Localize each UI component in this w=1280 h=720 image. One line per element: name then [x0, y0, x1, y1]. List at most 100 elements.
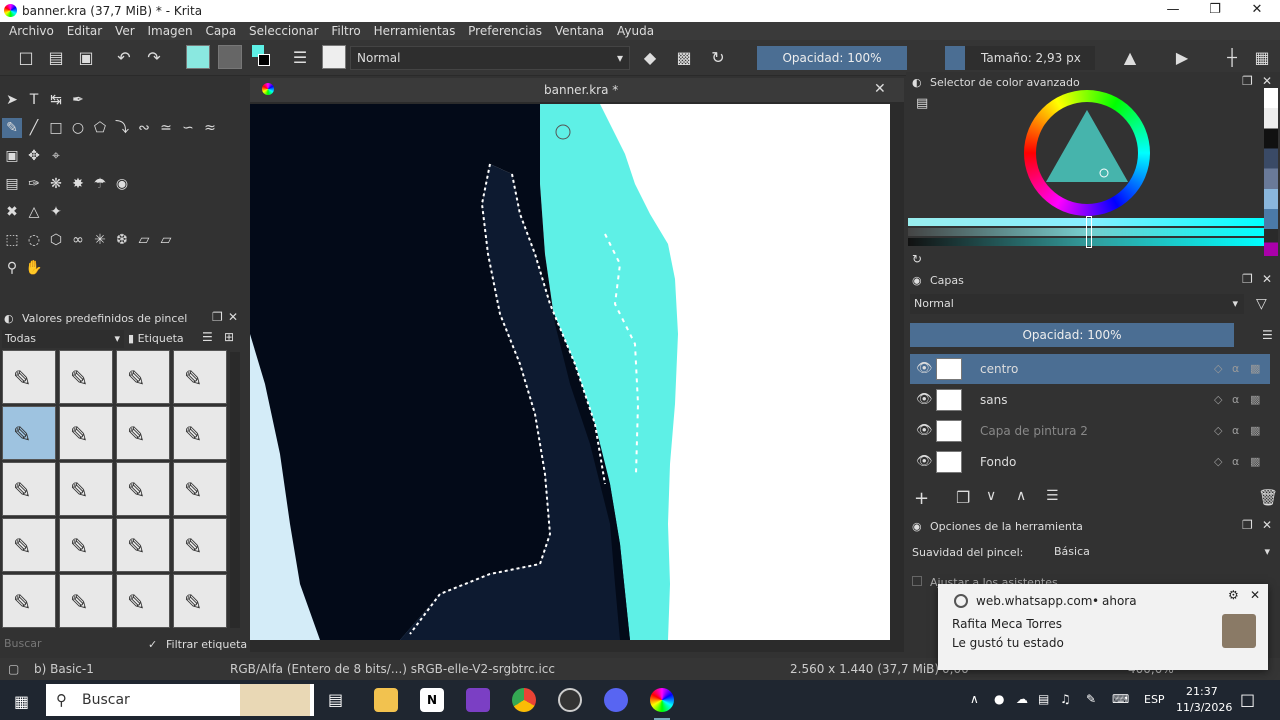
eye-icon[interactable]: 👁	[916, 361, 933, 376]
lock-icon[interactable]: ◇	[1214, 424, 1222, 437]
lock-icon[interactable]: ◇	[1214, 393, 1222, 406]
color-model-status[interactable]: RGB/Alfa (Entero de 8 bits/...) sRGB-ell…	[230, 662, 555, 676]
chrome-taskbar-icon[interactable]	[512, 688, 536, 712]
pen-icon[interactable]: ✎	[1086, 692, 1096, 706]
enclose-fill-icon[interactable]: ◉	[112, 174, 132, 194]
magnetic-select-icon[interactable]: ▱	[156, 230, 176, 250]
mirror-horizontal-icon[interactable]: ▲	[1120, 48, 1140, 68]
brush-preset-thumbnail[interactable]: ✎	[116, 462, 170, 516]
smart-patch-icon[interactable]: ✸	[68, 174, 88, 194]
reference-tool-icon[interactable]: ✦	[46, 202, 66, 222]
open-folder-icon[interactable]: ▤	[46, 48, 66, 68]
list-view-icon[interactable]: ☰	[202, 330, 213, 344]
brush-preset-thumbnail[interactable]: ✎	[116, 406, 170, 460]
edit-shapes-icon[interactable]: ↹	[46, 90, 66, 110]
polygon-select-icon[interactable]: ⬡	[46, 230, 66, 250]
rect-select-icon[interactable]: ⬚	[2, 230, 22, 250]
save-icon[interactable]: ▣	[76, 48, 96, 68]
microphone-icon[interactable]: ●	[994, 692, 1004, 706]
ellipse-tool-icon[interactable]: ○	[68, 118, 88, 138]
new-document-icon[interactable]: □	[16, 48, 36, 68]
workspace-icon[interactable]: ▦	[1252, 48, 1272, 68]
eye-icon[interactable]: 👁	[916, 454, 933, 469]
gear-icon[interactable]: ⚙	[1228, 588, 1239, 602]
redo-icon[interactable]: ↷	[144, 48, 164, 68]
notion-icon[interactable]: N	[420, 688, 444, 712]
tag-button[interactable]: ▮ Etiqueta	[128, 330, 198, 348]
language-indicator[interactable]: ESP	[1144, 693, 1165, 706]
close-tab-icon[interactable]: ✕	[874, 81, 886, 97]
filter-icon[interactable]: ▽	[1256, 296, 1267, 312]
color-settings-icon[interactable]: ▤	[916, 96, 928, 111]
float-panel-icon[interactable]: ❐	[1242, 272, 1253, 286]
assistants-checkbox[interactable]	[912, 576, 922, 586]
keyboard-icon[interactable]: ⌨	[1112, 692, 1129, 706]
alpha-lock-icon[interactable]: ▩	[1250, 455, 1260, 468]
brush-preset-thumbnail[interactable]: ✎	[116, 574, 170, 628]
color-triangle[interactable]	[1040, 106, 1134, 200]
alpha-inherit-icon[interactable]: α	[1232, 424, 1239, 437]
brush-preset-thumbnail[interactable]	[322, 45, 346, 69]
bezier-select-icon[interactable]: ▱	[134, 230, 154, 250]
layer-properties-icon[interactable]: ☰	[1046, 488, 1059, 504]
menu-imagen[interactable]: Imagen	[147, 24, 192, 38]
discord-icon[interactable]	[604, 688, 628, 712]
menu-ver[interactable]: Ver	[115, 24, 135, 38]
refresh-icon[interactable]: ↻	[912, 252, 922, 266]
brush-preset-thumbnail[interactable]: ✎	[173, 462, 227, 516]
close-window-button[interactable]: ✕	[1242, 2, 1272, 20]
colorize-mask-icon[interactable]: ❋	[46, 174, 66, 194]
ellipse-select-icon[interactable]: ◌	[24, 230, 44, 250]
brush-search-input[interactable]: Buscar	[2, 634, 142, 654]
menu-seleccionar[interactable]: Seleccionar	[249, 24, 318, 38]
menu-archivo[interactable]: Archivo	[9, 24, 54, 38]
brush-preset-thumbnail[interactable]: ✎	[2, 350, 56, 404]
float-panel-icon[interactable]: ❐	[212, 310, 223, 324]
clock-time[interactable]: 21:37	[1186, 685, 1218, 698]
pattern-swatch[interactable]	[218, 45, 242, 69]
measure-tool-icon[interactable]: △	[24, 202, 44, 222]
cloud-icon[interactable]: ☁	[1016, 692, 1028, 706]
eye-icon[interactable]: 👁	[916, 423, 933, 438]
menu-capa[interactable]: Capa	[205, 24, 236, 38]
crop-tool-icon[interactable]: ⌖	[46, 146, 66, 166]
clock-date[interactable]: 11/3/2026	[1176, 701, 1232, 714]
line-tool-icon[interactable]: ╱	[24, 118, 44, 138]
lock-icon[interactable]: ◇	[1214, 455, 1222, 468]
eraser-icon[interactable]: ◆	[640, 48, 660, 68]
drawing-canvas[interactable]	[250, 104, 890, 640]
brush-preset-thumbnail[interactable]: ✎	[2, 518, 56, 572]
alpha-lock-icon[interactable]: ▩	[1250, 424, 1260, 437]
layer-opacity-slider[interactable]: Opacidad: 100%	[910, 323, 1234, 347]
move-layer-down-icon[interactable]: ∨	[986, 488, 996, 504]
import-icon[interactable]: ⊞	[224, 330, 234, 344]
rectangle-tool-icon[interactable]: □	[46, 118, 66, 138]
network-icon[interactable]: ▤	[1038, 692, 1049, 706]
notification-toast[interactable]: web.whatsapp.com • ahora ⚙ ✕ Rafita Meca…	[938, 584, 1268, 670]
dynamic-brush-icon[interactable]: ∽	[178, 118, 198, 138]
canvas-horizontal-scrollbar[interactable]	[250, 640, 890, 650]
krita-taskbar-icon[interactable]	[650, 688, 674, 712]
windows-start-icon[interactable]: ▦	[14, 692, 29, 711]
menu-filtro[interactable]: Filtro	[331, 24, 360, 38]
close-panel-icon[interactable]: ✕	[228, 310, 238, 324]
chevron-up-icon[interactable]: ∧	[970, 692, 979, 706]
menu-herramientas[interactable]: Herramientas	[374, 24, 456, 38]
float-panel-icon[interactable]: ❐	[1242, 518, 1253, 532]
tag-filter-dropdown[interactable]: Todas ▾	[2, 330, 124, 348]
color-history-strip[interactable]	[1264, 88, 1278, 256]
eye-icon[interactable]: 👁	[916, 392, 933, 407]
close-panel-icon[interactable]: ✕	[1262, 74, 1272, 88]
freehand-select-icon[interactable]: ∞	[68, 230, 88, 250]
close-panel-icon[interactable]: ✕	[1262, 518, 1272, 532]
size-slider[interactable]: Tamaño: 2,93 px	[965, 46, 1095, 70]
freehand-brush-icon[interactable]: ✎	[2, 118, 22, 138]
calligraphy-icon[interactable]: ✒	[68, 90, 88, 110]
alpha-inherit-icon[interactable]: α	[1232, 362, 1239, 375]
bezier-tool-icon[interactable]: ∾	[134, 118, 154, 138]
volume-icon[interactable]: ♫	[1060, 692, 1071, 706]
layer-row[interactable]: 👁 sans ◇ α ▩	[910, 385, 1270, 415]
checkmark-icon[interactable]: ✓	[148, 638, 157, 651]
task-view-icon[interactable]: ▤	[328, 690, 343, 709]
move-layer-up-icon[interactable]: ∧	[1016, 488, 1026, 504]
